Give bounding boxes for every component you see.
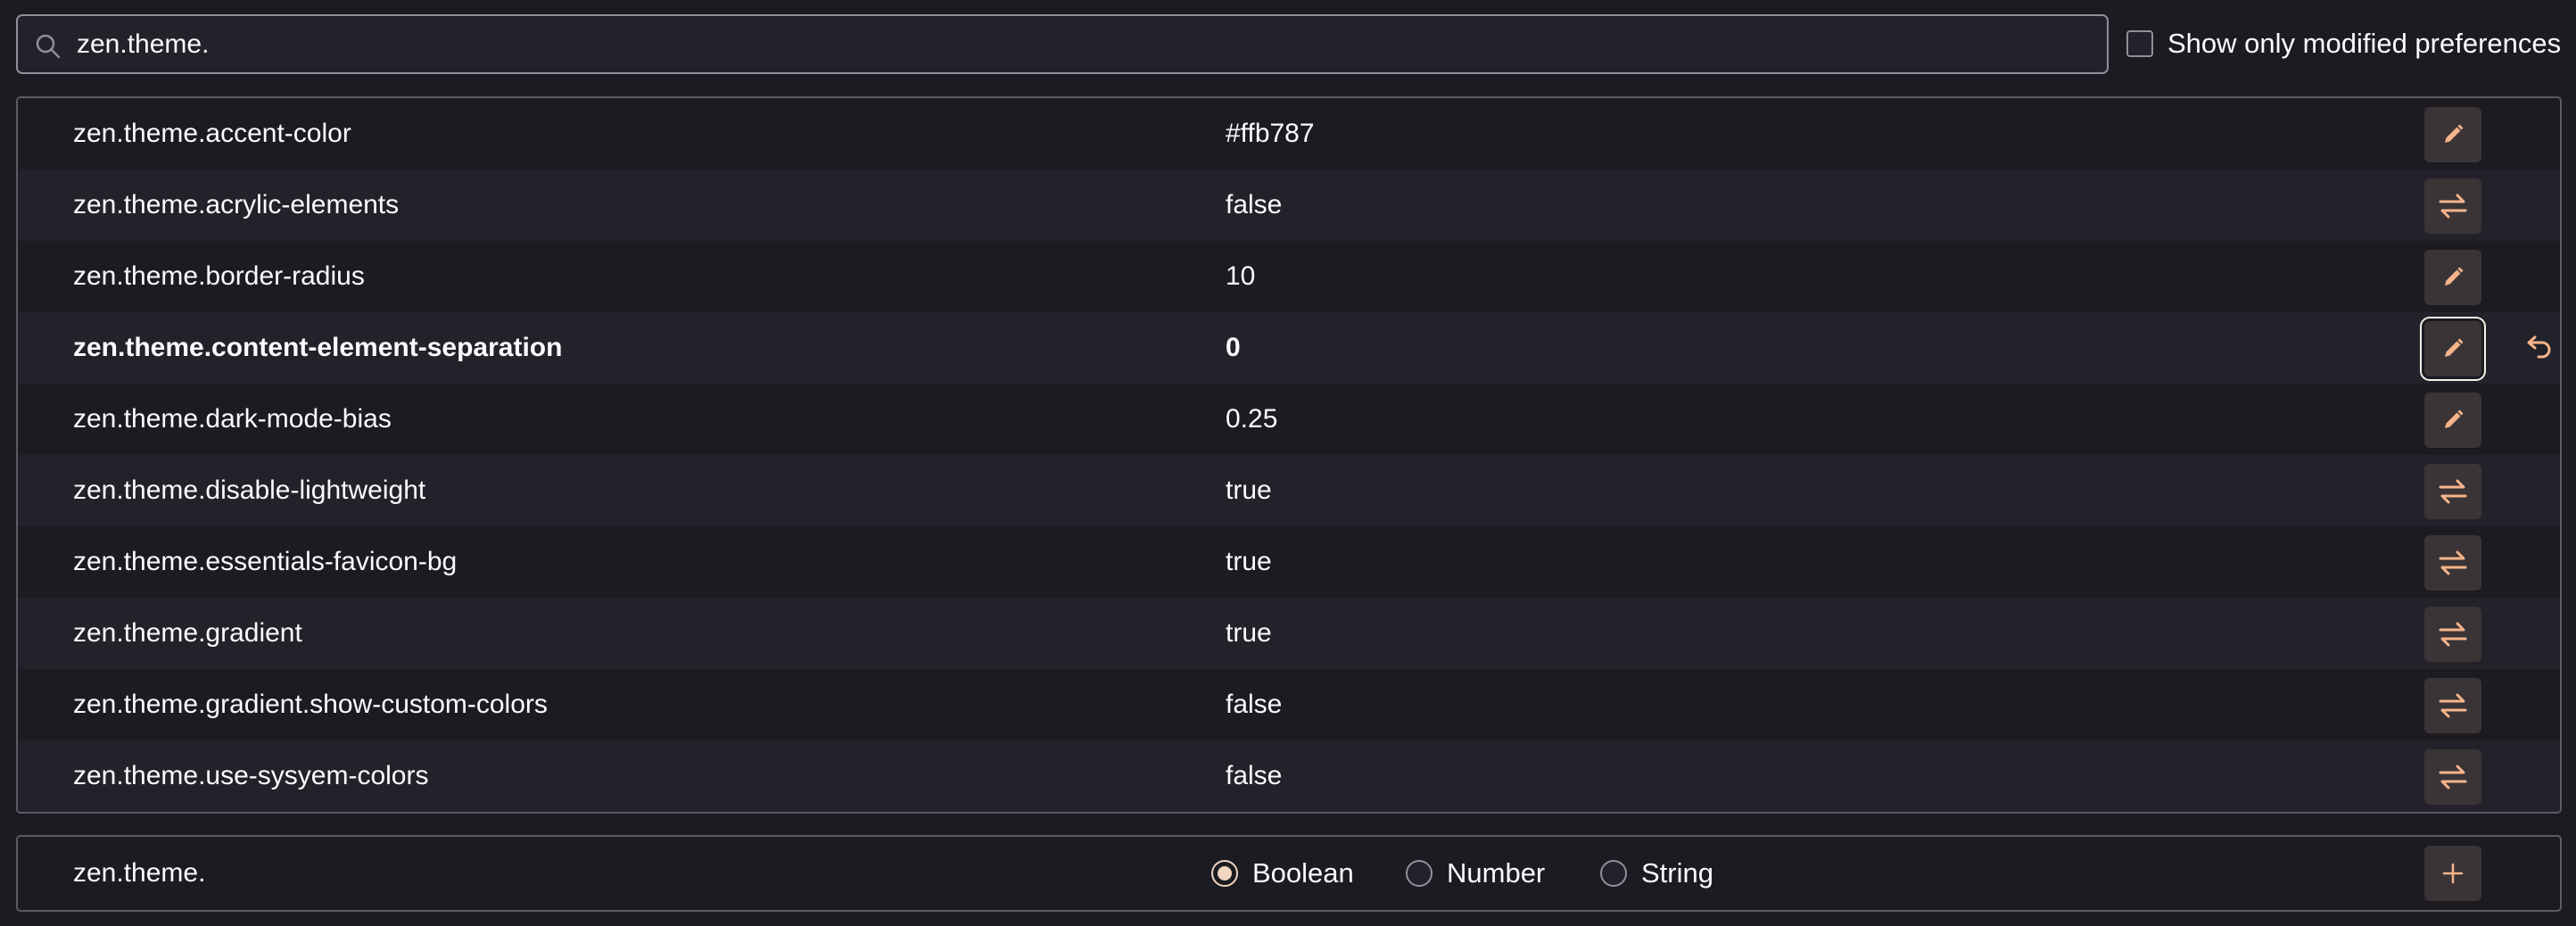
pref-value[interactable]: 10 (1226, 241, 1255, 312)
toggle-arrows-icon (2439, 479, 2467, 504)
pref-value[interactable]: false (1226, 669, 1282, 740)
type-radio-string[interactable]: String (1600, 837, 1713, 910)
pref-row[interactable]: zen.theme.disable-lightweight true (18, 455, 2560, 526)
pref-row[interactable]: zen.theme.gradient true (18, 598, 2560, 669)
radio-number-label[interactable]: Number (1447, 857, 1545, 889)
pencil-icon (2445, 338, 2464, 357)
new-pref-name: zen.theme. (73, 858, 206, 888)
pref-row[interactable]: zen.theme.acrylic-elements false (18, 169, 2560, 241)
pref-name: zen.theme.disable-lightweight (73, 475, 426, 505)
pref-name: zen.theme.essentials-favicon-bg (73, 547, 458, 576)
pref-name: zen.theme.use-sysyem-colors (73, 761, 429, 790)
edit-button[interactable] (2424, 321, 2481, 376)
toggle-button[interactable] (2424, 749, 2481, 805)
pref-name: zen.theme.acrylic-elements (73, 190, 400, 219)
type-radio-number[interactable]: Number (1406, 837, 1545, 910)
pref-name: zen.theme.gradient.show-custom-colors (73, 690, 548, 719)
radio-number[interactable] (1406, 860, 1432, 887)
radio-string-label[interactable]: String (1641, 857, 1713, 889)
toggle-button[interactable] (2424, 535, 2481, 591)
reset-button[interactable] (2510, 321, 2560, 376)
search-box[interactable] (16, 14, 2109, 74)
pref-row[interactable]: zen.theme.use-sysyem-colors false (18, 740, 2560, 812)
preferences-table: zen.theme.accent-color #ffb787 zen.theme… (16, 96, 2562, 814)
undo-icon (2527, 335, 2551, 359)
toggle-button[interactable] (2424, 607, 2481, 662)
pref-row[interactable]: zen.theme.gradient.show-custom-colors fa… (18, 669, 2560, 740)
pencil-icon (2445, 124, 2464, 143)
search-input[interactable] (77, 16, 2084, 72)
pref-value[interactable]: true (1226, 526, 1272, 598)
pref-value[interactable]: 0.25 (1226, 384, 1277, 455)
pref-value[interactable]: false (1226, 740, 1282, 812)
toggle-arrows-icon (2439, 194, 2467, 219)
toggle-arrows-icon (2439, 622, 2467, 647)
type-radio-boolean[interactable]: Boolean (1211, 837, 1354, 910)
radio-boolean-label[interactable]: Boolean (1252, 857, 1354, 889)
pref-name: zen.theme.border-radius (73, 261, 365, 291)
toggle-button[interactable] (2424, 678, 2481, 733)
add-preference-row: zen.theme. Boolean Number String (16, 835, 2562, 912)
pencil-icon (2445, 267, 2464, 285)
pref-value[interactable]: 0 (1226, 312, 1241, 384)
about-config-page: Show only modified preferences zen.theme… (0, 0, 2576, 926)
add-button[interactable] (2424, 846, 2481, 901)
toggle-arrows-icon (2439, 550, 2467, 575)
edit-button[interactable] (2424, 393, 2481, 448)
pref-name: zen.theme.content-element-separation (73, 333, 563, 362)
pref-row[interactable]: zen.theme.accent-color #ffb787 (18, 98, 2560, 169)
pref-name: zen.theme.accent-color (73, 119, 351, 148)
pref-value[interactable]: true (1226, 455, 1272, 526)
toggle-arrows-icon (2439, 765, 2467, 790)
toggle-button[interactable] (2424, 178, 2481, 234)
edit-button[interactable] (2424, 107, 2481, 162)
pref-name: zen.theme.dark-mode-bias (73, 404, 392, 434)
show-modified-label[interactable]: Show only modified preferences (2167, 28, 2561, 60)
toggle-button[interactable] (2424, 464, 2481, 519)
pref-row[interactable]: zen.theme.dark-mode-bias 0.25 (18, 384, 2560, 455)
show-modified-checkbox[interactable] (2126, 30, 2153, 57)
pencil-icon (2445, 409, 2464, 428)
search-icon (36, 34, 61, 59)
toggle-arrows-icon (2439, 693, 2467, 718)
plus-icon (2442, 863, 2464, 884)
pref-value[interactable]: false (1226, 169, 1282, 241)
edit-button[interactable] (2424, 250, 2481, 305)
radio-string[interactable] (1600, 860, 1627, 887)
pref-row[interactable]: zen.theme.essentials-favicon-bg true (18, 526, 2560, 598)
pref-name: zen.theme.gradient (73, 618, 302, 648)
pref-row[interactable]: zen.theme.border-radius 10 (18, 241, 2560, 312)
pref-value[interactable]: #ffb787 (1226, 98, 1315, 169)
radio-boolean[interactable] (1211, 860, 1238, 887)
pref-row-modified[interactable]: zen.theme.content-element-separation 0 (18, 312, 2560, 384)
pref-value[interactable]: true (1226, 598, 1272, 669)
